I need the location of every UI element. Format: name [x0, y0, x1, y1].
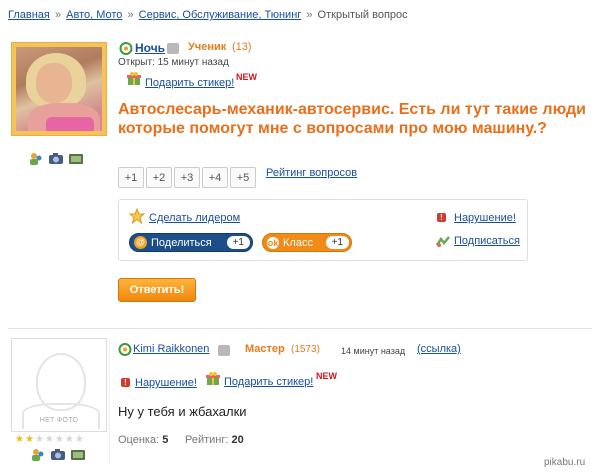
- answer-time: 14 минут назад: [341, 346, 406, 356]
- star-filled-icon: ★: [24, 434, 34, 445]
- new-badge: NEW: [236, 72, 257, 82]
- star-empty-icon: ★: [54, 434, 64, 445]
- answer-score-value: 5: [162, 434, 169, 446]
- breadcrumb-separator: »: [127, 9, 134, 21]
- class-like-button[interactable]: ok Класс +1: [262, 233, 352, 252]
- question-rating-link[interactable]: Рейтинг вопросов: [266, 167, 357, 179]
- share-button-label: Поделиться: [151, 236, 212, 249]
- breadcrumb-separator: »: [306, 9, 313, 21]
- vote-plus-2-button[interactable]: +2: [146, 167, 172, 188]
- answer-score: Оценка: 5: [118, 434, 168, 446]
- star-filled-icon: ★: [15, 434, 24, 445]
- share-button[interactable]: @ Поделиться +1: [129, 233, 253, 252]
- online-status-icon: [119, 42, 133, 55]
- question-author-rank: Ученик: [188, 41, 227, 53]
- class-count: +1: [325, 236, 349, 249]
- breadcrumb-service[interactable]: Сервис, Обслуживание, Тюнинг: [139, 9, 302, 21]
- vote-plus-3-button[interactable]: +3: [174, 167, 200, 188]
- breadcrumb-home[interactable]: Главная: [8, 9, 50, 21]
- answer-rating-label: Рейтинг:: [185, 434, 229, 446]
- answer-text: Ну у тебя и жбахалки: [118, 404, 247, 419]
- make-leader-link[interactable]: Сделать лидером: [149, 212, 240, 224]
- mail-at-icon: @: [134, 236, 147, 249]
- question-vote-buttons: +1 +2 +3 +4 +5: [118, 167, 258, 188]
- new-badge: NEW: [316, 371, 337, 381]
- breadcrumb-current: Открытый вопрос: [317, 9, 408, 21]
- star-empty-icon: ★: [74, 434, 84, 445]
- question-opened-time: Открыт: 15 минут назад: [118, 57, 229, 68]
- answer-author-rank: Мастер: [245, 343, 285, 355]
- vote-plus-4-button[interactable]: +4: [202, 167, 228, 188]
- star-icon: [129, 208, 145, 224]
- report-violation-link[interactable]: Нарушение!: [454, 212, 516, 224]
- star-empty-icon: ★: [44, 434, 54, 445]
- answer-rating: Рейтинг: 20: [185, 434, 244, 446]
- warning-icon: !: [121, 378, 130, 387]
- question-title: Автослесарь-механик-автосервис. Есть ли …: [118, 101, 587, 137]
- class-button-label: Класс: [283, 236, 313, 249]
- odnoklassniki-icon: ok: [267, 236, 279, 249]
- friends-icon[interactable]: [29, 152, 43, 165]
- question-author-avatar[interactable]: [11, 42, 107, 136]
- question-author-icons: [29, 152, 83, 165]
- gift-sticker-link[interactable]: Подарить стикер!: [145, 77, 234, 89]
- user-menu-icon[interactable]: [218, 345, 230, 356]
- question-author-points: (13): [232, 41, 252, 53]
- video-icon[interactable]: [71, 448, 85, 461]
- star-empty-icon: ★: [64, 434, 74, 445]
- friends-icon[interactable]: [31, 448, 45, 461]
- breadcrumb-separator: »: [54, 9, 62, 21]
- camera-icon[interactable]: [51, 448, 65, 461]
- breadcrumb: Главная » Авто, Мото » Сервис, Обслужива…: [8, 9, 408, 21]
- answer-button[interactable]: Ответить!: [118, 278, 196, 302]
- answer-author-icons: [31, 448, 85, 461]
- answer-rating-value: 20: [231, 434, 244, 446]
- question-author-name[interactable]: Ночь: [135, 41, 165, 55]
- answer-column-divider: [109, 338, 110, 464]
- answer-author-name[interactable]: Kimi Raikkonen: [133, 343, 209, 355]
- watermark: pikabu.ru: [544, 457, 586, 468]
- gift-icon: [127, 72, 141, 85]
- warning-icon: !: [437, 213, 446, 222]
- answer-author-avatar[interactable]: НЕТ ФОТО: [11, 338, 107, 432]
- avatar-photo: [16, 47, 102, 131]
- gift-icon: [206, 372, 220, 385]
- vote-plus-1-button[interactable]: +1: [118, 167, 144, 188]
- answer-score-label: Оценка:: [118, 434, 160, 446]
- answer-author-points: (1573): [291, 344, 320, 355]
- online-status-icon: [118, 343, 132, 356]
- video-icon[interactable]: [69, 152, 83, 165]
- answer-permalink[interactable]: (ссылка): [417, 343, 461, 355]
- report-violation-link[interactable]: Нарушение!: [135, 377, 197, 389]
- subscribe-link[interactable]: Подписаться: [454, 235, 520, 247]
- avatar-placeholder-body: [22, 403, 100, 429]
- no-photo-label: НЕТ ФОТО: [39, 417, 79, 424]
- camera-icon[interactable]: [49, 152, 63, 165]
- user-menu-icon[interactable]: [167, 43, 179, 54]
- vote-plus-5-button[interactable]: +5: [230, 167, 256, 188]
- share-count: +1: [226, 236, 250, 249]
- section-divider: [8, 328, 592, 329]
- subscribe-icon: [436, 236, 450, 247]
- breadcrumb-auto-moto[interactable]: Авто, Мото: [66, 9, 122, 21]
- answer-author-stars: ★ ★ ★ ★ ★ ★ ★: [15, 434, 84, 445]
- star-empty-icon: ★: [34, 434, 44, 445]
- gift-sticker-link[interactable]: Подарить стикер!: [224, 376, 313, 388]
